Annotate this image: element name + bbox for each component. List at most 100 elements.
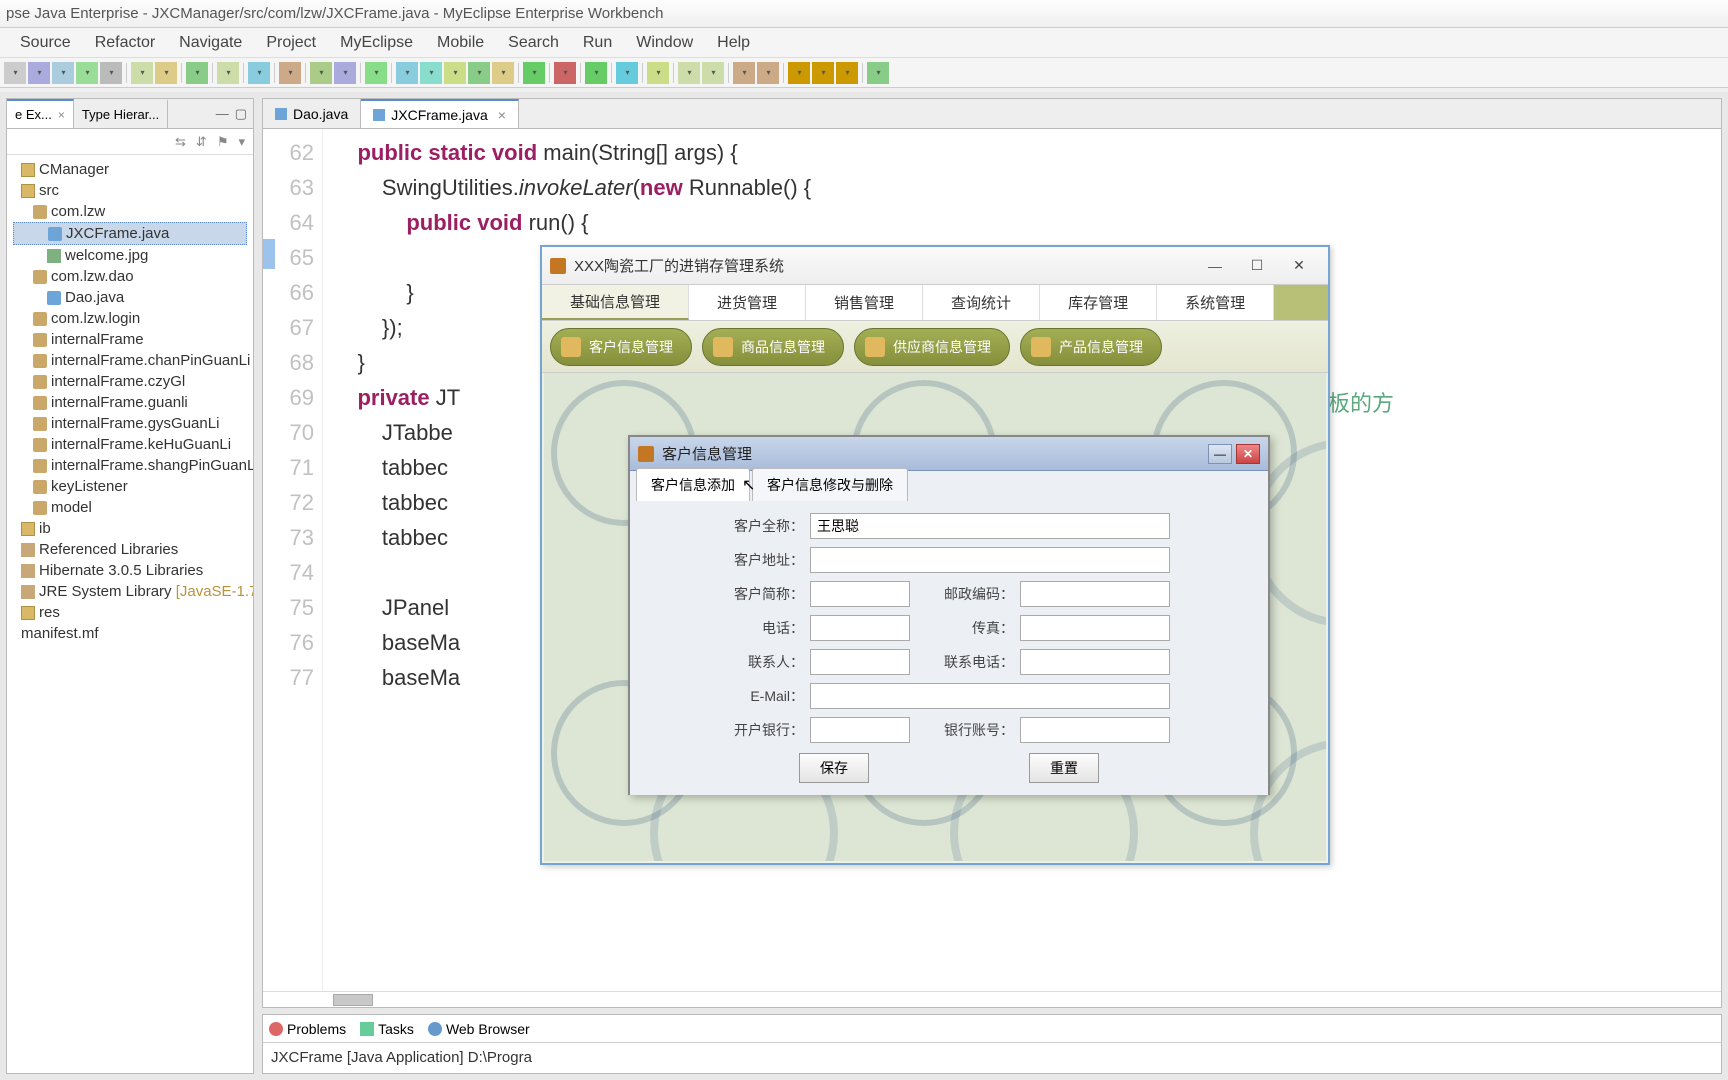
toolbar-button[interactable] xyxy=(52,62,74,84)
toolbar-button[interactable] xyxy=(420,62,442,84)
tree-node[interactable]: Hibernate 3.0.5 Libraries xyxy=(13,560,247,581)
menu-source[interactable]: Source xyxy=(10,30,81,56)
toolbar-button[interactable] xyxy=(757,62,779,84)
toolbar-button[interactable] xyxy=(279,62,301,84)
menu-refactor[interactable]: Refactor xyxy=(85,30,165,56)
menu-mobile[interactable]: Mobile xyxy=(427,30,494,56)
menu-help[interactable]: Help xyxy=(707,30,760,56)
tab-add-customer[interactable]: 客户信息添加 xyxy=(636,468,750,501)
tab-dao-java[interactable]: Dao.java xyxy=(263,99,361,128)
toolbar-button[interactable] xyxy=(4,62,26,84)
toolbar-button[interactable] xyxy=(788,62,810,84)
tree-node[interactable]: internalFrame.chanPinGuanLi xyxy=(13,350,247,371)
link-icon[interactable]: ⇵ xyxy=(196,134,207,150)
tab-jxcframe-java[interactable]: JXCFrame.java× xyxy=(361,99,519,128)
menu-project[interactable]: Project xyxy=(256,30,326,56)
minimize-button[interactable]: — xyxy=(1194,252,1236,280)
menu-myeclipse[interactable]: MyEclipse xyxy=(330,30,423,56)
menu-run[interactable]: Run xyxy=(573,30,622,56)
tree-node[interactable]: JRE System Library [JavaSE-1.7] xyxy=(13,581,247,602)
input-address[interactable] xyxy=(810,547,1170,573)
tree-node[interactable]: keyListener xyxy=(13,476,247,497)
app-menu-item[interactable]: 基础信息管理 xyxy=(542,285,689,320)
tree-node[interactable]: internalFrame.gysGuanLi xyxy=(13,413,247,434)
toolbar-button[interactable] xyxy=(186,62,208,84)
tree-node[interactable]: internalFrame.keHuGuanLi xyxy=(13,434,247,455)
input-account[interactable] xyxy=(1020,717,1170,743)
tree-node[interactable]: ib xyxy=(13,518,247,539)
tree-node[interactable]: src xyxy=(13,180,247,201)
collapse-icon[interactable]: ⇆ xyxy=(175,134,186,150)
toolbar-button[interactable] xyxy=(647,62,669,84)
toolbar-button[interactable] xyxy=(100,62,122,84)
toolbar-button[interactable] xyxy=(733,62,755,84)
toolbar-button[interactable] xyxy=(554,62,576,84)
menu-icon[interactable]: ▾ xyxy=(238,134,245,150)
menu-navigate[interactable]: Navigate xyxy=(169,30,252,56)
toolbar-button[interactable] xyxy=(248,62,270,84)
input-tel[interactable] xyxy=(810,615,910,641)
close-icon[interactable]: × xyxy=(58,108,65,122)
toolbar-button[interactable] xyxy=(28,62,50,84)
dialog-minimize-button[interactable]: — xyxy=(1208,444,1232,464)
toolbar-button[interactable] xyxy=(836,62,858,84)
input-postcode[interactable] xyxy=(1020,581,1170,607)
toolbar-button[interactable] xyxy=(468,62,490,84)
toolbar-button[interactable] xyxy=(867,62,889,84)
minimize-icon[interactable]: — xyxy=(216,106,229,121)
toolbar-pill[interactable]: 客户信息管理 xyxy=(550,328,692,366)
toolbar-button[interactable] xyxy=(334,62,356,84)
input-contact[interactable] xyxy=(810,649,910,675)
filter-icon[interactable]: ⚑ xyxy=(217,134,229,150)
toolbar-pill[interactable]: 供应商信息管理 xyxy=(854,328,1010,366)
tab-type-hierarchy[interactable]: Type Hierar... xyxy=(74,99,168,128)
tree-node[interactable]: manifest.mf xyxy=(13,623,247,644)
app-menu-item[interactable]: 系统管理 xyxy=(1157,285,1274,320)
input-fullname[interactable] xyxy=(810,513,1170,539)
toolbar-button[interactable] xyxy=(396,62,418,84)
toolbar-button[interactable] xyxy=(492,62,514,84)
toolbar-button[interactable] xyxy=(76,62,98,84)
app-title-bar[interactable]: XXX陶瓷工厂的进销存管理系统 — ☐ ✕ xyxy=(542,247,1328,285)
tree-node[interactable]: model xyxy=(13,497,247,518)
app-menu-item[interactable]: 销售管理 xyxy=(806,285,923,320)
close-icon[interactable]: × xyxy=(498,107,506,123)
toolbar-button[interactable] xyxy=(444,62,466,84)
toolbar-button[interactable] xyxy=(812,62,834,84)
tree-node[interactable]: CManager xyxy=(13,159,247,180)
toolbar-button[interactable] xyxy=(217,62,239,84)
toolbar-button[interactable] xyxy=(702,62,724,84)
tree-node[interactable]: JXCFrame.java xyxy=(13,222,247,245)
tree-node[interactable]: internalFrame.shangPinGuanLi xyxy=(13,455,247,476)
dialog-title-bar[interactable]: 客户信息管理 — ✕ xyxy=(630,437,1268,471)
toolbar-button[interactable] xyxy=(155,62,177,84)
tab-problems[interactable]: Problems xyxy=(269,1021,346,1037)
breakpoint-marker[interactable] xyxy=(263,239,275,269)
reset-button[interactable]: 重置 xyxy=(1029,753,1099,783)
toolbar-button[interactable] xyxy=(131,62,153,84)
toolbar-button[interactable] xyxy=(678,62,700,84)
input-bank[interactable] xyxy=(810,717,910,743)
toolbar-button[interactable] xyxy=(523,62,545,84)
tab-edit-delete-customer[interactable]: 客户信息修改与删除 xyxy=(752,468,908,501)
tree-node[interactable]: com.lzw.login xyxy=(13,308,247,329)
toolbar-pill[interactable]: 商品信息管理 xyxy=(702,328,844,366)
input-contact-tel[interactable] xyxy=(1020,649,1170,675)
close-button[interactable]: ✕ xyxy=(1278,252,1320,280)
menu-search[interactable]: Search xyxy=(498,30,569,56)
toolbar-button[interactable] xyxy=(365,62,387,84)
app-menu-item[interactable]: 查询统计 xyxy=(923,285,1040,320)
toolbar-button[interactable] xyxy=(616,62,638,84)
tree-node[interactable]: internalFrame.guanli xyxy=(13,392,247,413)
input-shortname[interactable] xyxy=(810,581,910,607)
app-menu-item[interactable]: 进货管理 xyxy=(689,285,806,320)
file-tree[interactable]: CManagersrccom.lzwJXCFrame.javawelcome.j… xyxy=(7,155,253,1073)
tree-node[interactable]: Referenced Libraries xyxy=(13,539,247,560)
tree-node[interactable]: com.lzw xyxy=(13,201,247,222)
menu-window[interactable]: Window xyxy=(626,30,703,56)
maximize-icon[interactable]: ▢ xyxy=(235,106,247,122)
horizontal-scrollbar[interactable] xyxy=(263,991,1721,1007)
toolbar-button[interactable] xyxy=(585,62,607,84)
toolbar-button[interactable] xyxy=(310,62,332,84)
tree-node[interactable]: internalFrame.czyGl xyxy=(13,371,247,392)
